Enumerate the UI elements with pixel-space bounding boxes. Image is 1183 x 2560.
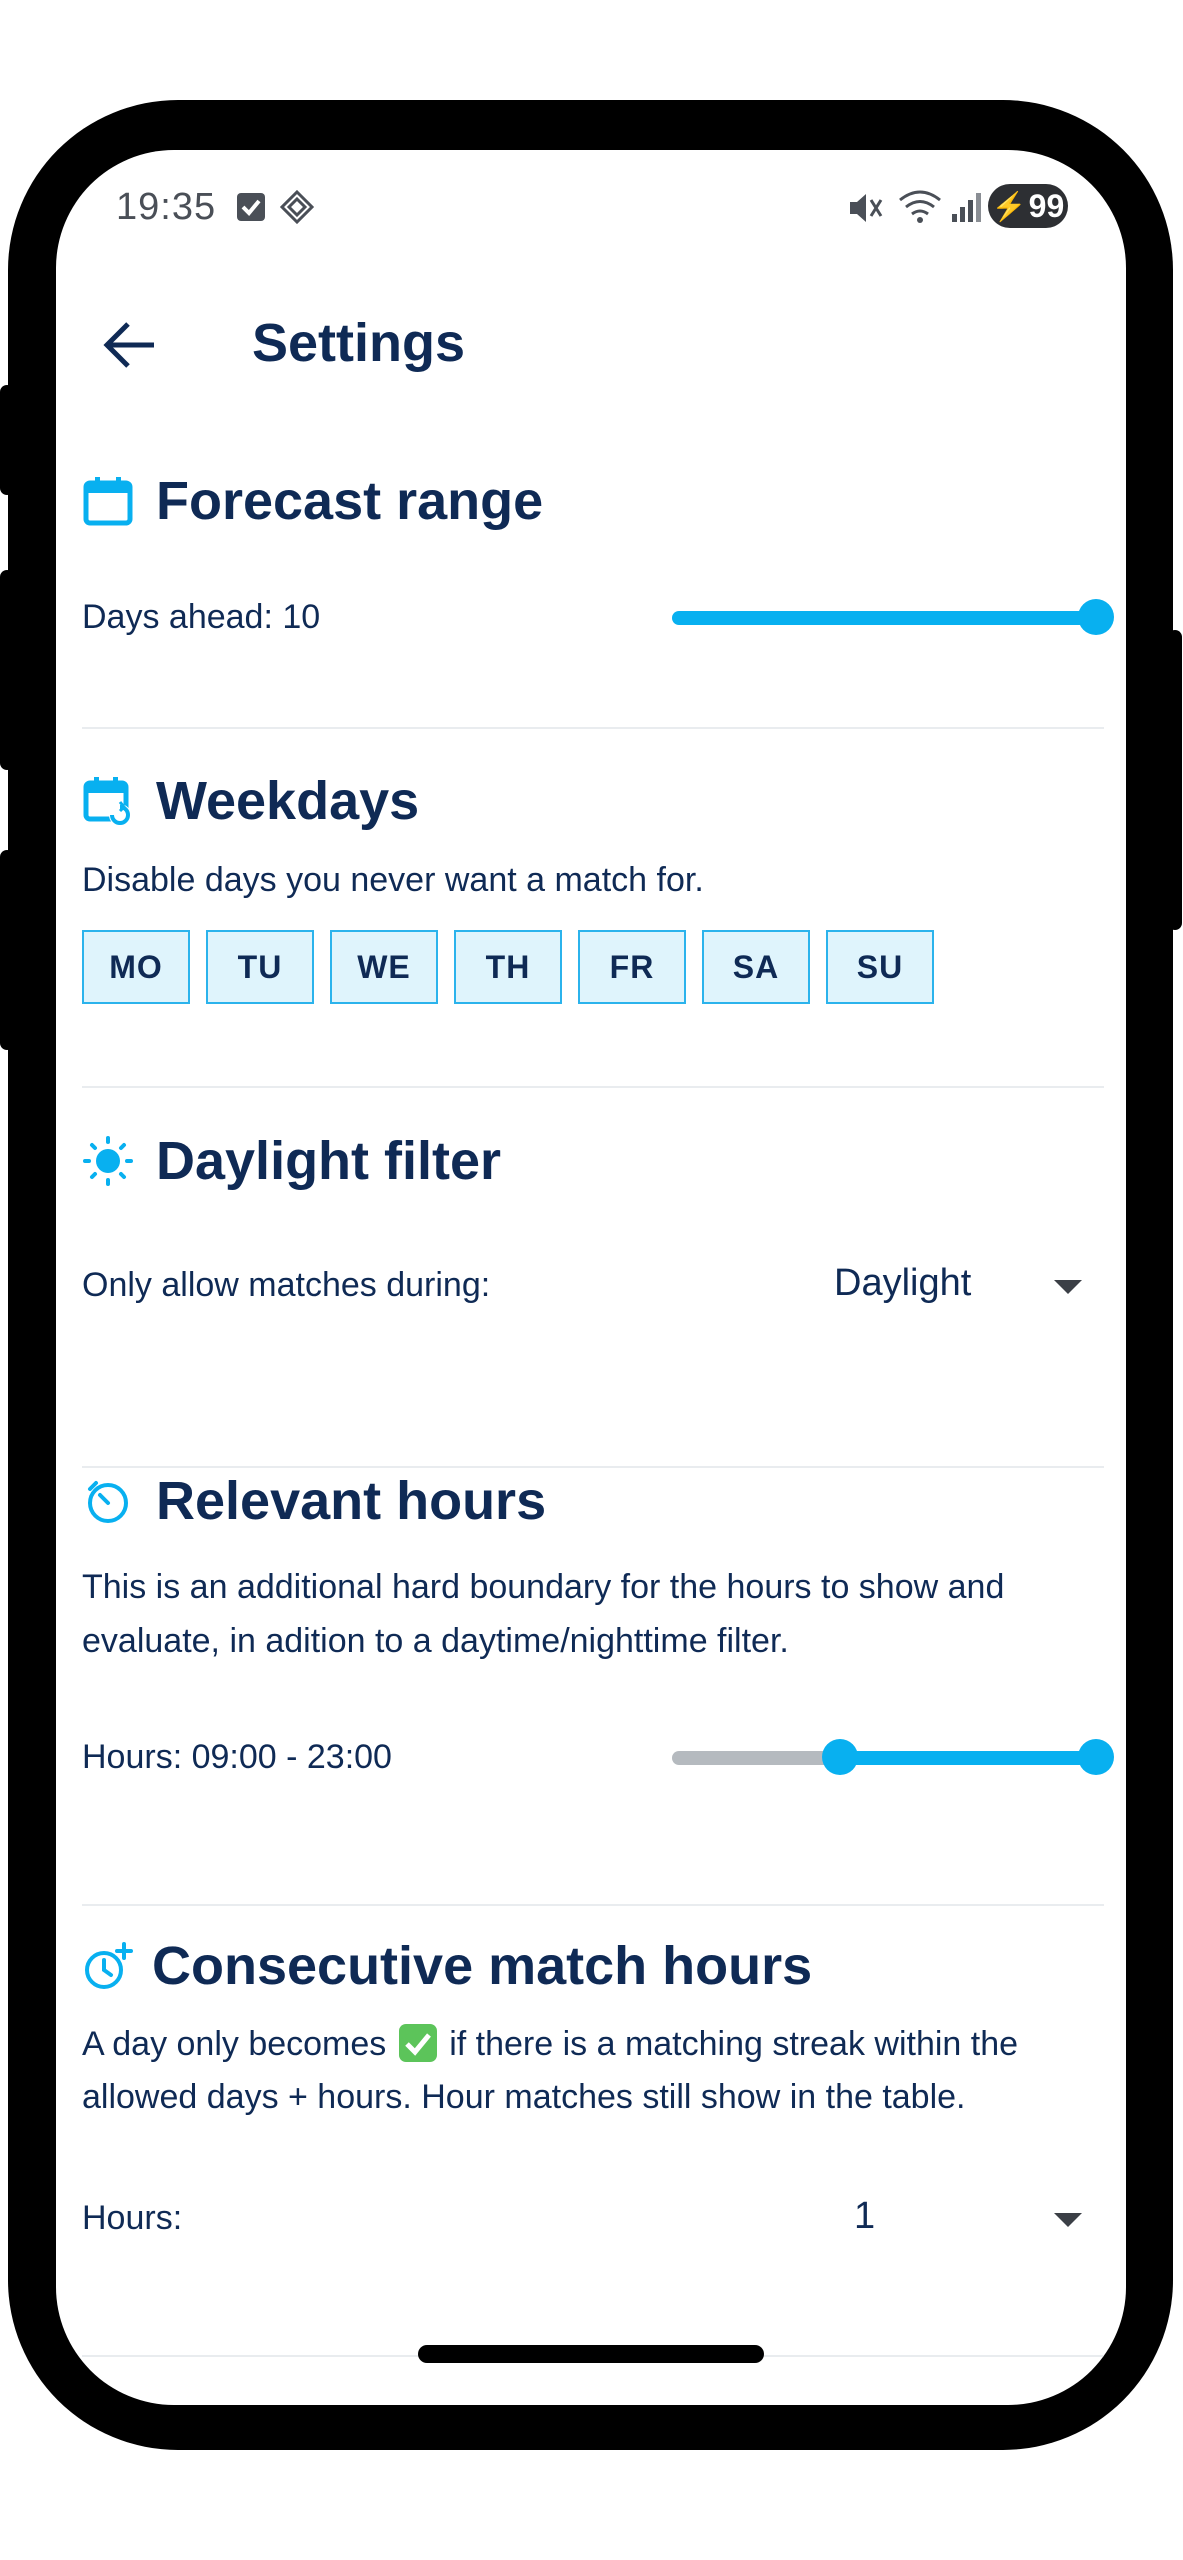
section-title: Daylight filter bbox=[156, 1131, 502, 1191]
daylight-label: Only allow matches during: bbox=[82, 1266, 491, 1304]
weekdays-section: Weekdays Disable days you never want a m… bbox=[82, 770, 1104, 1150]
section-title: Relevant hours bbox=[156, 1471, 547, 1531]
consecutive-hours-label: Hours: bbox=[82, 2199, 183, 2237]
volume-key bbox=[0, 385, 14, 495]
forecast-range-section: Forecast range Days ahead: 10 bbox=[82, 470, 1114, 770]
hours-range-label: Hours: 09:00 - 23:00 bbox=[82, 1738, 392, 1776]
daylight-dropdown[interactable]: Daylight bbox=[834, 1258, 1104, 1318]
consecutive-description-line2: allowed days + hours. Hour matches still… bbox=[82, 2078, 966, 2116]
mute-icon bbox=[850, 194, 883, 222]
check-notification-icon bbox=[237, 193, 265, 221]
weekday-toggle-tu[interactable]: TU bbox=[206, 930, 314, 1004]
home-gesture-bar[interactable] bbox=[418, 2345, 764, 2363]
section-header: Daylight filter bbox=[82, 1130, 501, 1192]
slider-thumb-end[interactable] bbox=[1078, 1739, 1114, 1775]
section-header: Weekdays bbox=[82, 770, 419, 832]
consecutive-hours-section: Consecutive match hours A day only becom… bbox=[82, 1935, 1104, 2405]
slider-track-active bbox=[672, 611, 1092, 625]
clock-plus-icon bbox=[85, 1942, 133, 1989]
divider bbox=[82, 1904, 1104, 1906]
relevant-hours-section: Relevant hours This is an additional har… bbox=[82, 1470, 1114, 1940]
battery-level: 99 bbox=[1028, 187, 1065, 224]
daylight-filter-section: Daylight filter Only allow matches durin… bbox=[82, 1130, 1104, 1490]
description-text: if there is a matching streak within the bbox=[449, 2025, 1019, 2063]
section-title: Consecutive match hours bbox=[152, 1936, 813, 1996]
calendar-repeat-icon bbox=[83, 777, 131, 826]
days-ahead-label: Days ahead: 10 bbox=[82, 598, 321, 636]
chevron-down-icon bbox=[1054, 2213, 1082, 2227]
status-time: 19:35 bbox=[116, 186, 217, 228]
volume-key bbox=[0, 570, 14, 770]
wifi-icon bbox=[899, 190, 941, 223]
relevant-hours-description-line2: evaluate, in adition to a daytime/nightt… bbox=[82, 1622, 789, 1660]
battery-indicator: ⚡ 99 bbox=[988, 184, 1068, 228]
section-title: Weekdays bbox=[156, 771, 420, 831]
timer-icon bbox=[88, 1481, 128, 1523]
weekday-toggle-th[interactable]: TH bbox=[454, 930, 562, 1004]
slider-track-active bbox=[834, 1751, 1092, 1765]
slider-thumb[interactable] bbox=[1078, 599, 1114, 635]
status-bar: 19:35 ⚡ 99 bbox=[56, 150, 1126, 270]
relevant-hours-description-line1: This is an additional hard boundary for … bbox=[82, 1568, 1005, 1606]
weekday-toggle-group: MO TU WE TH FR SA SU bbox=[82, 930, 934, 1004]
weekday-toggle-fr[interactable]: FR bbox=[578, 930, 686, 1004]
weekday-toggle-we[interactable]: WE bbox=[330, 930, 438, 1004]
weekday-toggle-mo[interactable]: MO bbox=[82, 930, 190, 1004]
description-text: A day only becomes bbox=[82, 2025, 387, 2063]
check-mark-icon bbox=[398, 2024, 437, 2062]
chevron-down-icon bbox=[1054, 1280, 1082, 1294]
page-title: Settings bbox=[252, 313, 466, 373]
app-notification-icon bbox=[280, 190, 314, 224]
app-bar: Settings bbox=[56, 290, 1126, 400]
hours-range-slider[interactable] bbox=[672, 1737, 1114, 1777]
weekday-toggle-su[interactable]: SU bbox=[826, 930, 934, 1004]
weekday-toggle-sa[interactable]: SA bbox=[702, 930, 810, 1004]
weekdays-description: Disable days you never want a match for. bbox=[82, 861, 704, 899]
calendar-icon bbox=[83, 477, 133, 526]
divider bbox=[82, 1086, 1104, 1088]
dropdown-value: 1 bbox=[854, 2195, 876, 2237]
divider bbox=[82, 1466, 1104, 1468]
back-arrow-icon[interactable] bbox=[96, 310, 166, 380]
consecutive-hours-dropdown[interactable]: 1 bbox=[834, 2191, 1104, 2251]
app-screen: 19:35 ⚡ 99 Settings Forecast range Days … bbox=[56, 150, 1126, 2405]
days-ahead-slider[interactable] bbox=[672, 597, 1114, 637]
signal-icon bbox=[952, 193, 981, 222]
divider bbox=[82, 727, 1104, 729]
charging-icon: ⚡ bbox=[991, 190, 1027, 222]
section-header: Relevant hours bbox=[82, 1470, 546, 1532]
volume-key bbox=[0, 850, 14, 1050]
power-key bbox=[1168, 630, 1182, 930]
consecutive-description-line1: A day only becomes if there is a matchin… bbox=[82, 2017, 1018, 2071]
section-title: Forecast range bbox=[156, 471, 544, 531]
sun-icon bbox=[83, 1136, 133, 1186]
slider-thumb-start[interactable] bbox=[822, 1739, 858, 1775]
section-header: Consecutive match hours bbox=[82, 1935, 812, 1997]
section-header: Forecast range bbox=[82, 470, 543, 532]
dropdown-value: Daylight bbox=[834, 1262, 972, 1304]
